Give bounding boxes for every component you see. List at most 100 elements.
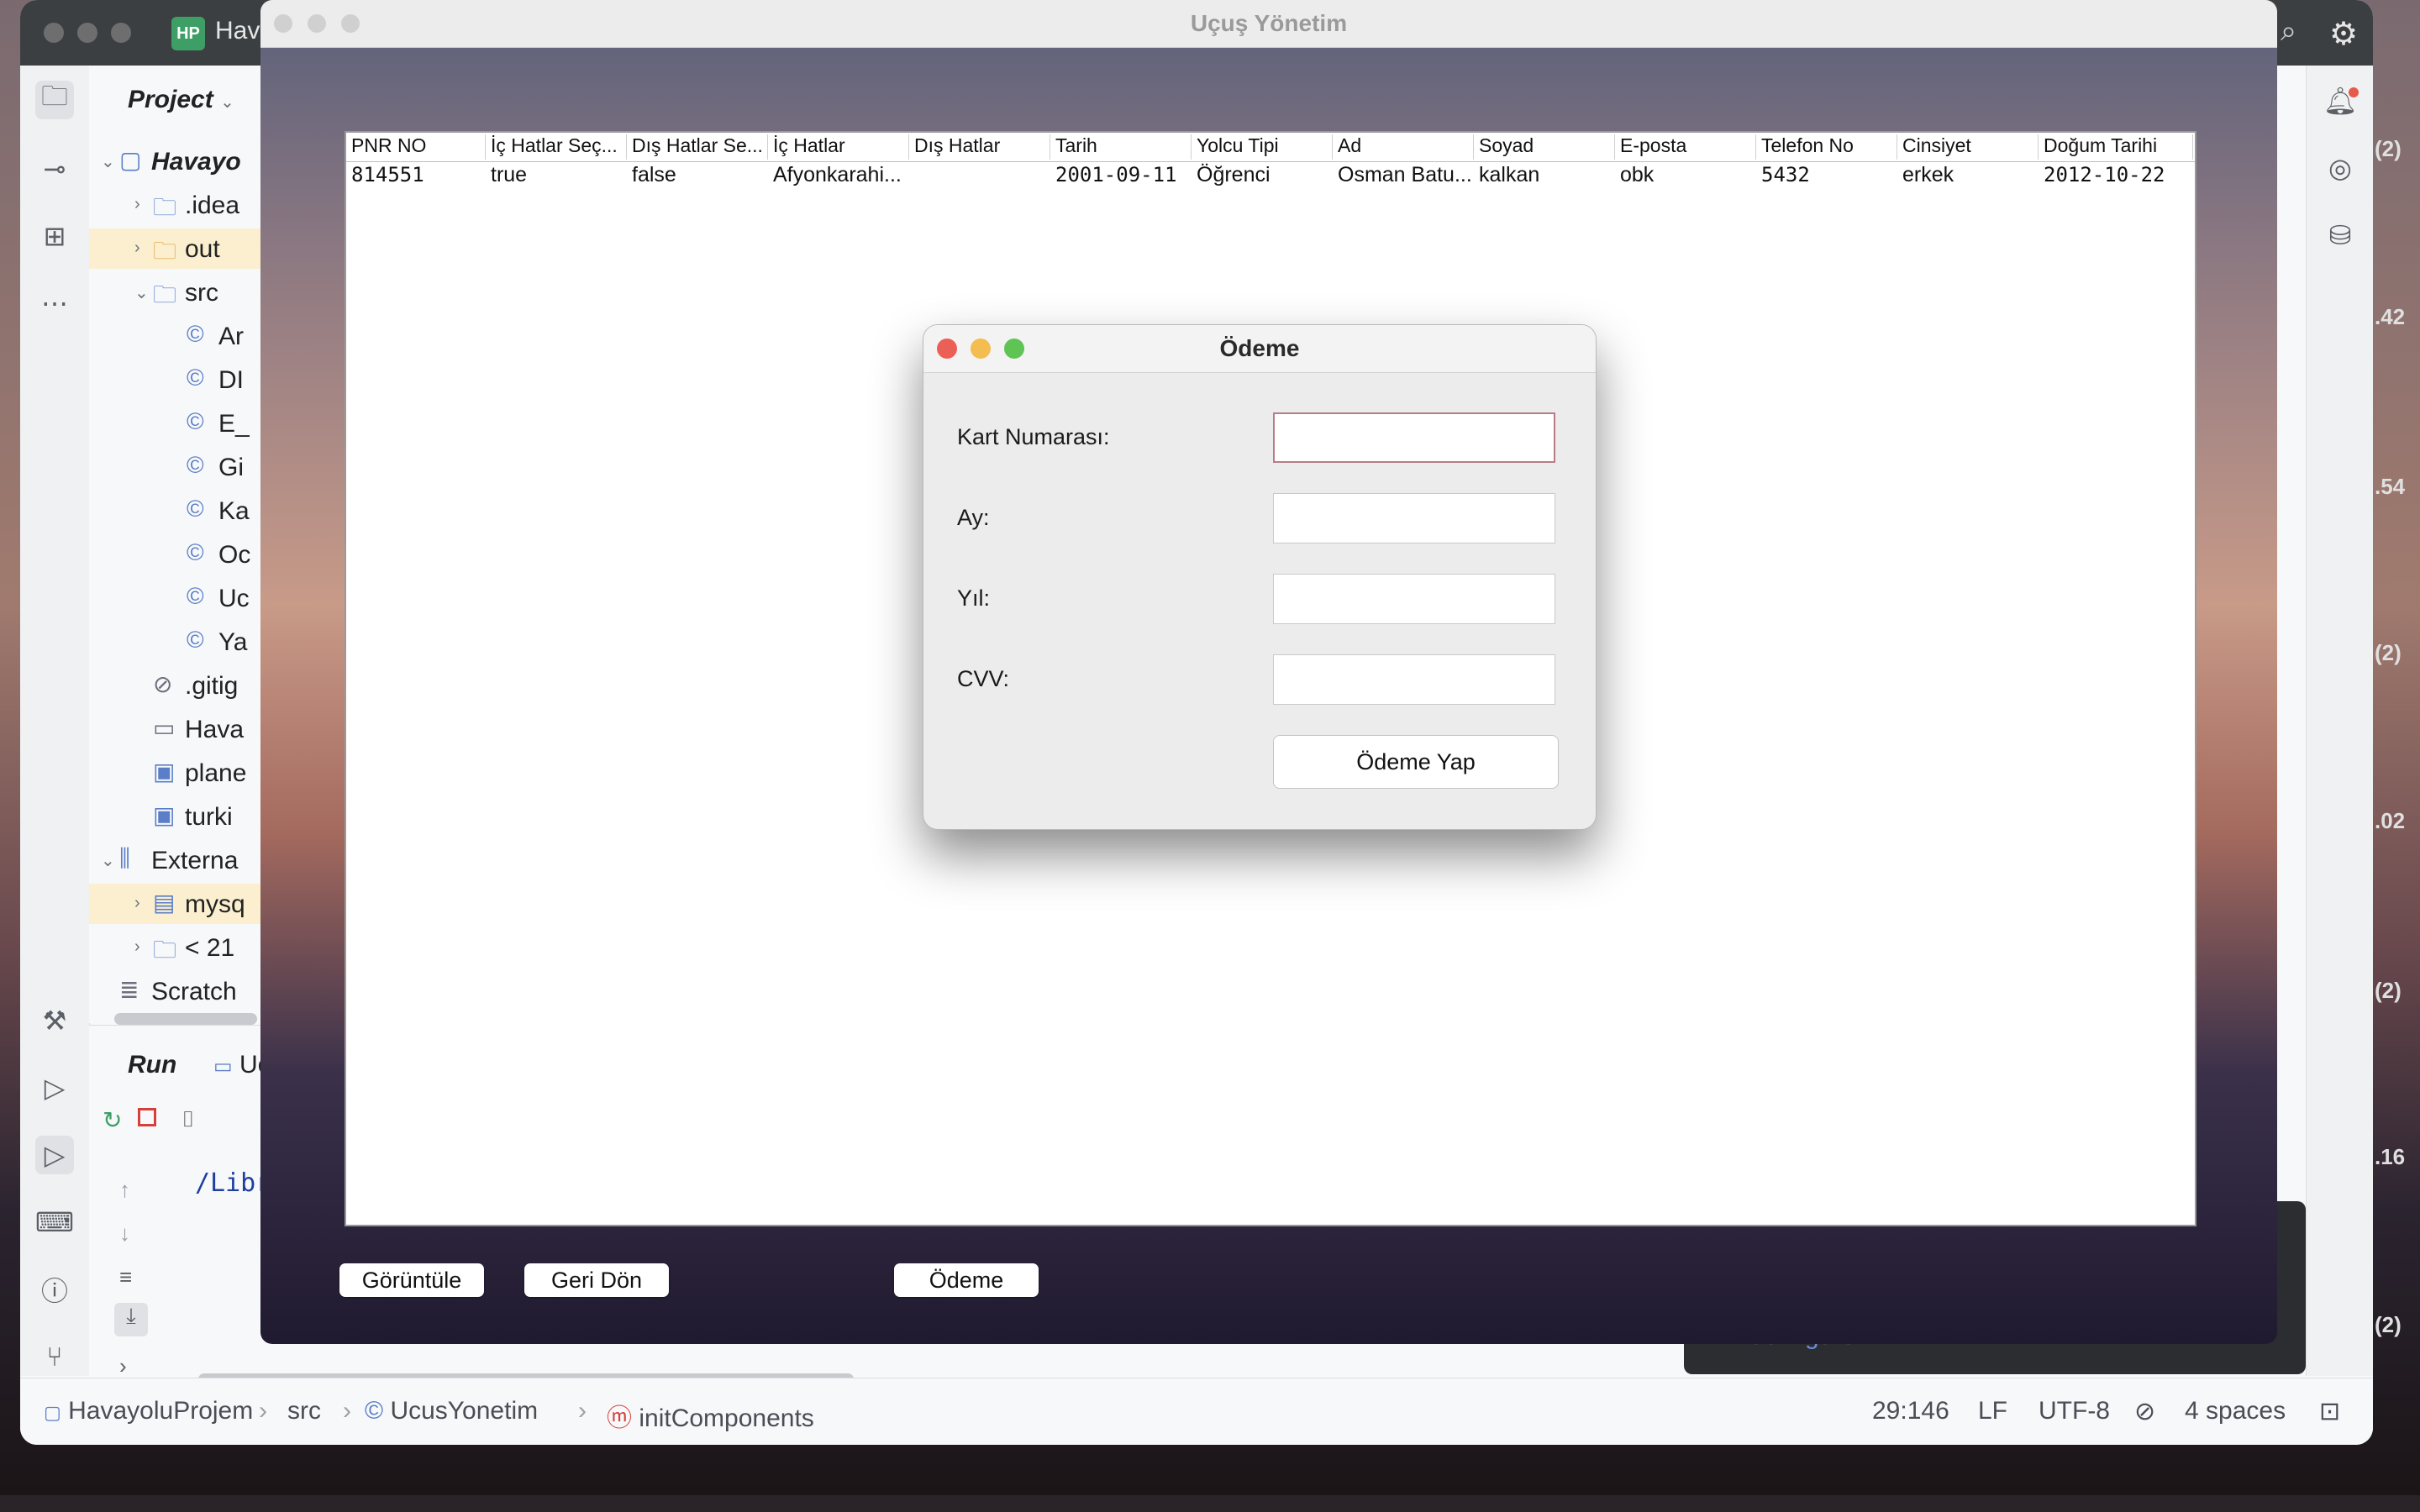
run-icon[interactable]: ▷ (35, 1136, 74, 1174)
table-cell: 2012-10-22 (2044, 163, 2165, 186)
card-number-input[interactable] (1273, 412, 1555, 463)
build-icon[interactable]: ⚒ (35, 1001, 74, 1040)
tree-item[interactable]: › 🗀 .idea (89, 185, 282, 225)
indent-setting[interactable]: 4 spaces (2185, 1397, 2286, 1425)
commit-icon[interactable]: ⊸ (35, 150, 74, 188)
table-cell: Osman Batu... (1338, 163, 1472, 186)
tree-item[interactable]: ⌄ 🗀 src (89, 272, 282, 312)
chevron-right-icon[interactable]: › (134, 195, 140, 214)
tree-item-label: plane (185, 759, 247, 787)
breadcrumb-method[interactable]: ⓜ initComponents (607, 1397, 814, 1434)
chevron-down-icon[interactable]: ⌄ (101, 151, 115, 172)
scroll-to-end-icon[interactable]: ⤓ (114, 1303, 148, 1336)
month-label: Ay: (957, 505, 990, 530)
window-title: Uçuş Yönetim (1190, 10, 1348, 36)
gear-icon[interactable]: ⚙ (2329, 15, 2358, 53)
year-input[interactable] (1273, 574, 1555, 624)
caret-position[interactable]: 29:146 (1872, 1397, 1949, 1425)
tree-item[interactable]: › 🗀 out (89, 228, 282, 269)
stop-icon[interactable] (138, 1108, 156, 1126)
breadcrumb-src[interactable]: src (287, 1397, 321, 1425)
tree-item[interactable]: © Ya (89, 622, 282, 662)
file-encoding[interactable]: UTF-8 (2039, 1397, 2110, 1425)
breadcrumb-separator: › (343, 1397, 351, 1425)
chevron-right-icon[interactable]: › (134, 937, 140, 957)
scratch-icon: ≣ (119, 977, 139, 1003)
chevron-down-icon[interactable]: ⌄ (134, 282, 149, 303)
edge-number: .16 (2375, 1144, 2406, 1169)
services-icon[interactable]: ▷ (35, 1068, 74, 1107)
table-row[interactable]: 814551 true false Afyonkarahi... 2001-09-11 Ö… (346, 133, 2195, 192)
table-cell: 814551 (351, 163, 424, 186)
table-cell: kalkan (1479, 163, 1540, 186)
tree-item-label: Gi (218, 454, 244, 481)
jdk-icon: 🗀 (153, 937, 177, 963)
class-icon: © (187, 408, 204, 434)
tree-item[interactable]: ⊘ .gitig (89, 665, 282, 706)
database-icon[interactable]: ⛁ (2323, 218, 2357, 252)
tree-item[interactable]: ▭ Hava (89, 709, 282, 749)
terminal-icon[interactable]: ⌨ (35, 1203, 74, 1242)
tree-item[interactable]: ⌄ ⫼ Externa (89, 840, 282, 880)
eye-off-icon[interactable]: ⊘ (2134, 1397, 2155, 1426)
zoom-window-button[interactable] (111, 23, 131, 43)
close-window-button[interactable] (44, 23, 64, 43)
chevron-right-icon[interactable]: › (134, 239, 140, 258)
folder-icon[interactable]: 🗀 (35, 81, 74, 119)
edge-number: (2) (2375, 1312, 2402, 1337)
more-icon[interactable]: ⋯ (35, 284, 74, 323)
jar-icon: ▤ (153, 890, 176, 916)
tree-item[interactable]: © DI (89, 360, 282, 400)
tree-item[interactable]: ≣ Scratch (89, 971, 282, 1011)
payment-dialog-titlebar: Ödeme (923, 325, 1596, 373)
back-button[interactable]: Geri Dön (524, 1263, 669, 1297)
lock-icon[interactable]: ⊡ (2319, 1397, 2340, 1426)
camera-icon[interactable]: ⌷ (182, 1106, 195, 1133)
make-payment-button[interactable]: Ödeme Yap (1273, 735, 1559, 789)
git-icon[interactable]: ⑂ (35, 1337, 74, 1376)
chevron-down-icon[interactable]: ⌄ (101, 850, 115, 871)
class-icon: © (187, 583, 204, 609)
tree-item[interactable]: ▣ turki (89, 796, 282, 837)
month-input[interactable] (1273, 493, 1555, 543)
tree-item[interactable]: ▣ plane (89, 753, 282, 793)
line-separator[interactable]: LF (1978, 1397, 2007, 1425)
minimize-window-button[interactable] (77, 23, 97, 43)
cvv-input[interactable] (1273, 654, 1555, 705)
structure-icon[interactable]: ⊞ (35, 217, 74, 255)
ai-assistant-icon[interactable]: ◎ (2323, 151, 2357, 185)
tree-item[interactable]: © Ar (89, 316, 282, 356)
tree-item[interactable]: › 🗀 < 21 (89, 927, 282, 968)
tree-item-label: Externa (151, 847, 239, 874)
arrow-down-icon[interactable]: ↓ (119, 1221, 130, 1247)
project-panel-title[interactable]: Project ⌄ (128, 86, 234, 114)
table-cell: false (632, 163, 676, 186)
tree-item[interactable]: © Uc (89, 578, 282, 618)
method-icon: ⓜ (607, 1404, 632, 1432)
tree-item[interactable]: ⌄ ▢ Havayo (89, 141, 282, 181)
tree-item[interactable]: © E_ (89, 403, 282, 444)
tree-item-label: Scratch (151, 978, 237, 1005)
rerun-icon[interactable]: ↻ (103, 1106, 122, 1134)
chevron-right-icon[interactable]: › (134, 894, 140, 913)
payment-button[interactable]: Ödeme (894, 1263, 1039, 1297)
tree-item[interactable]: © Oc (89, 534, 282, 575)
breadcrumb-project[interactable]: ▢ HavayoluProjem (44, 1397, 253, 1425)
chevron-right-icon[interactable]: › (119, 1353, 127, 1379)
search-icon[interactable]: ⌕ (2281, 15, 2296, 48)
project-horizontal-scrollbar[interactable] (114, 1013, 257, 1025)
tree-item-label: E_ (218, 410, 250, 438)
breadcrumb-class-label: UcusYonetim (390, 1397, 539, 1425)
tree-item[interactable]: › ▤ mysq (89, 884, 282, 924)
breadcrumb-class[interactable]: © UcusYonetim (365, 1397, 538, 1425)
table-cell: Öğrenci (1197, 163, 1270, 186)
tree-item[interactable]: © Gi (89, 447, 282, 487)
payment-dialog: Ödeme Kart Numarası: Ay: Yıl: CVV: Ödeme… (923, 324, 1597, 830)
view-button[interactable]: Görüntüle (339, 1263, 484, 1297)
soft-wrap-icon[interactable]: ≡ (119, 1264, 132, 1290)
ide-project-title[interactable]: Hav (215, 17, 260, 45)
problems-icon[interactable]: ⓘ (35, 1270, 74, 1309)
run-tool-label[interactable]: Run (128, 1051, 176, 1079)
arrow-up-icon[interactable]: ↑ (119, 1177, 130, 1203)
tree-item[interactable]: © Ka (89, 491, 282, 531)
